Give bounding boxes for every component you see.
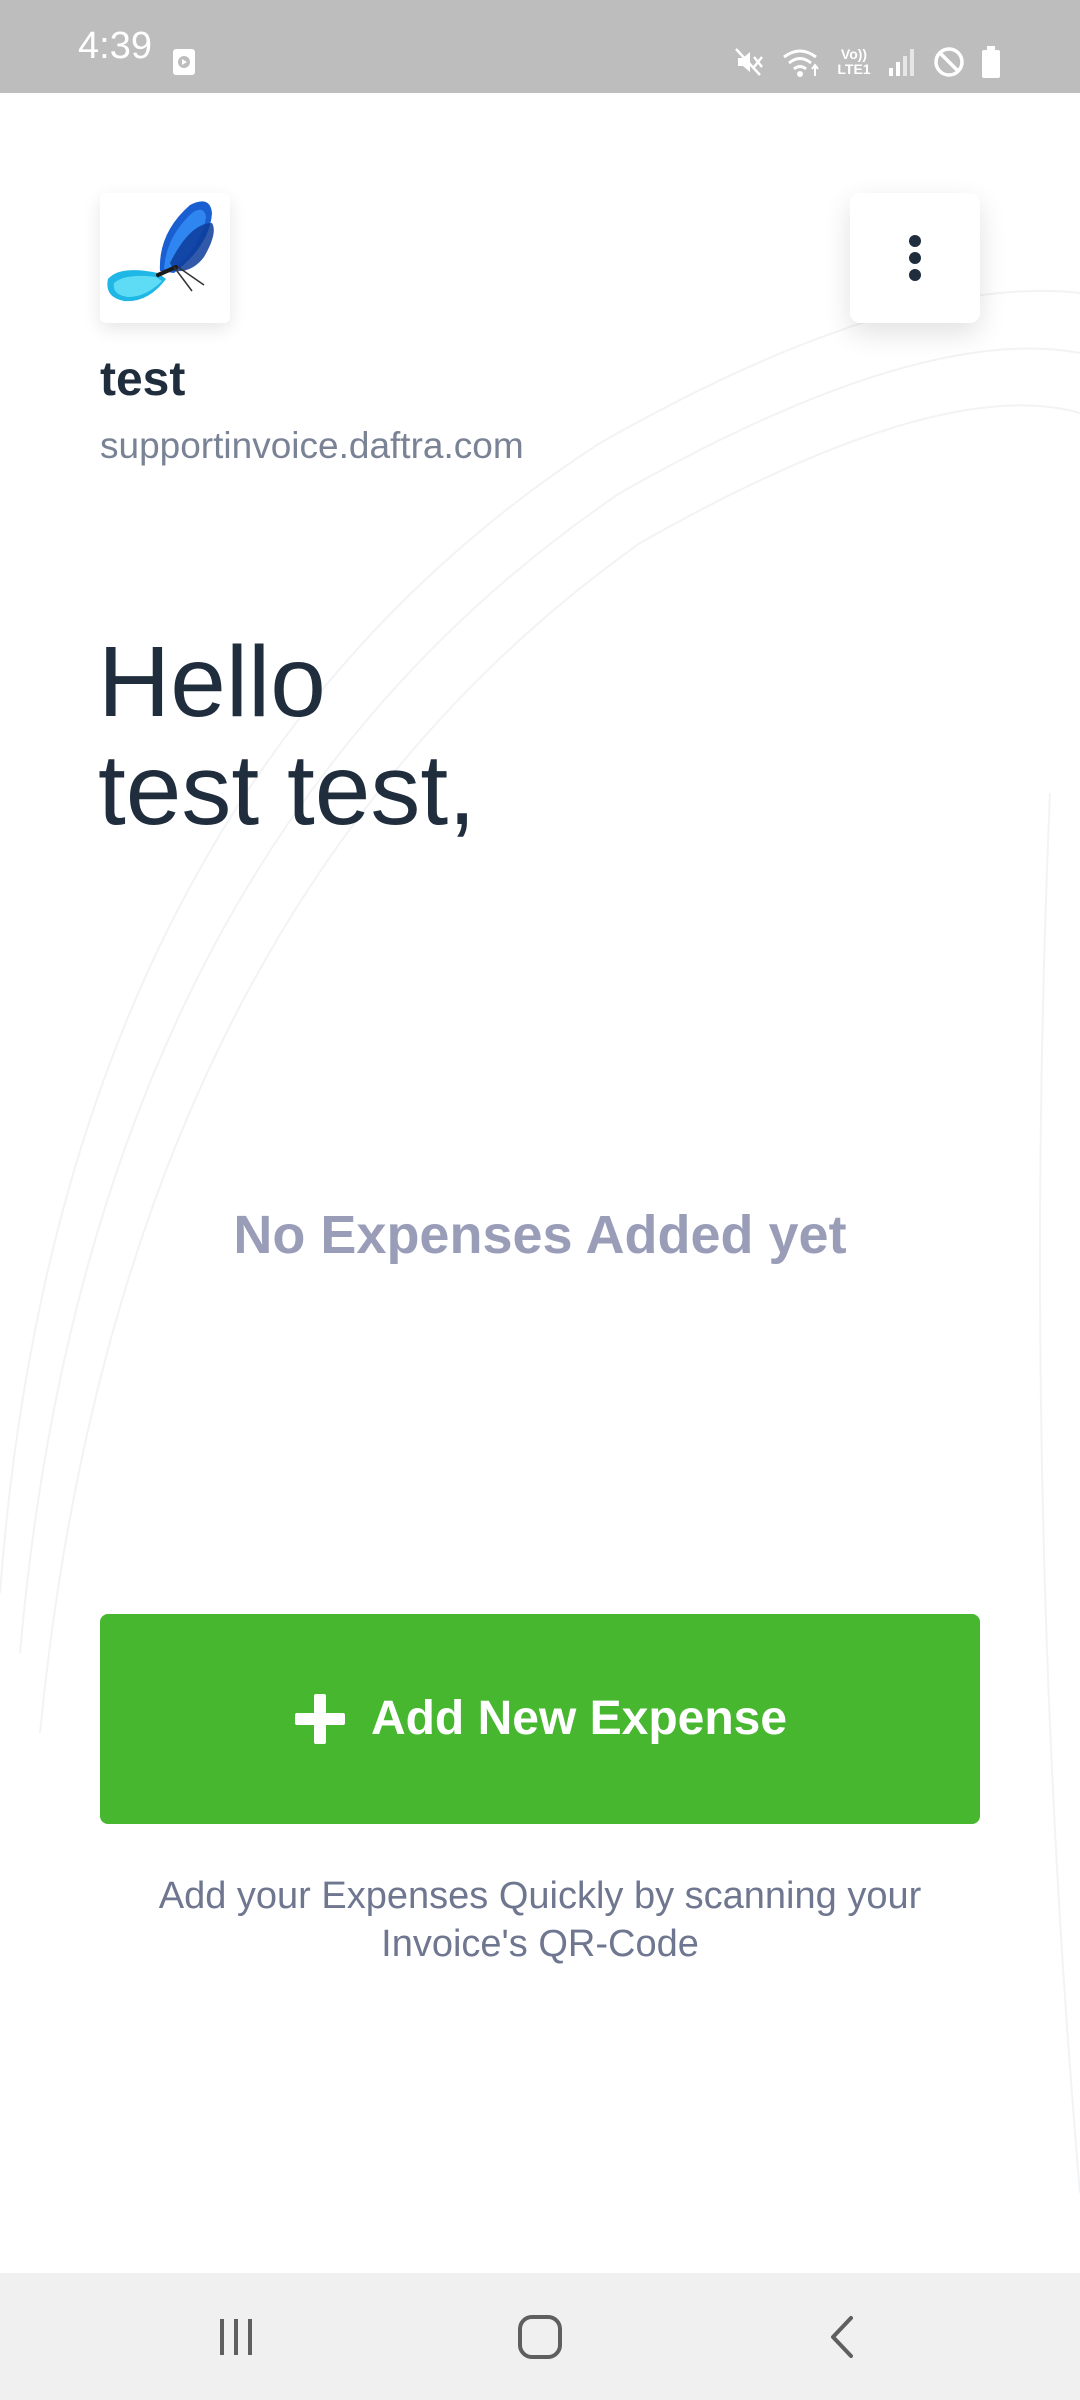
add-new-expense-button[interactable]: Add New Expense — [100, 1614, 980, 1824]
media-icon — [172, 48, 196, 76]
recent-apps-icon — [220, 2318, 252, 2355]
do-not-disturb-icon — [932, 45, 966, 79]
mute-icon — [732, 45, 766, 79]
home-button[interactable] — [460, 2273, 620, 2400]
status-time: 4:39 — [78, 25, 152, 67]
system-nav-bar — [0, 2273, 1080, 2400]
back-icon — [831, 2315, 853, 2358]
signal-icon — [888, 46, 918, 78]
more-vert-icon — [909, 235, 921, 281]
screen: 4:39 Vo)) LTE1 test supportinvoice.daftr… — [0, 0, 1080, 2400]
lte-label: Vo)) LTE1 — [837, 46, 871, 77]
recent-apps-button[interactable] — [156, 2273, 316, 2400]
volte-lte-icon: Vo)) LTE1 — [834, 47, 874, 77]
status-icons: Vo)) LTE1 — [732, 38, 1002, 86]
home-icon — [518, 2314, 562, 2359]
empty-expenses-message: No Expenses Added yet — [233, 1205, 847, 1265]
company-domain: supportinvoice.daftra.com — [100, 425, 524, 466]
scan-hint-text: Add your Expenses Quickly by scanning yo… — [158, 1875, 922, 1965]
back-button[interactable] — [762, 2273, 922, 2400]
status-bar: 4:39 Vo)) LTE1 — [0, 0, 1080, 93]
more-options-button[interactable] — [850, 193, 980, 323]
plus-icon — [294, 1694, 345, 1744]
company-name: test — [100, 353, 186, 406]
butterfly-logo — [100, 193, 230, 323]
add-new-expense-label: Add New Expense — [370, 1692, 788, 1745]
battery-icon — [980, 45, 1002, 79]
company-logo — [100, 193, 230, 323]
wifi-icon — [780, 45, 820, 79]
greeting: Hello test test, — [98, 628, 476, 844]
greeting-line-2: test test, — [98, 734, 476, 846]
greeting-line-1: Hello — [98, 626, 326, 738]
